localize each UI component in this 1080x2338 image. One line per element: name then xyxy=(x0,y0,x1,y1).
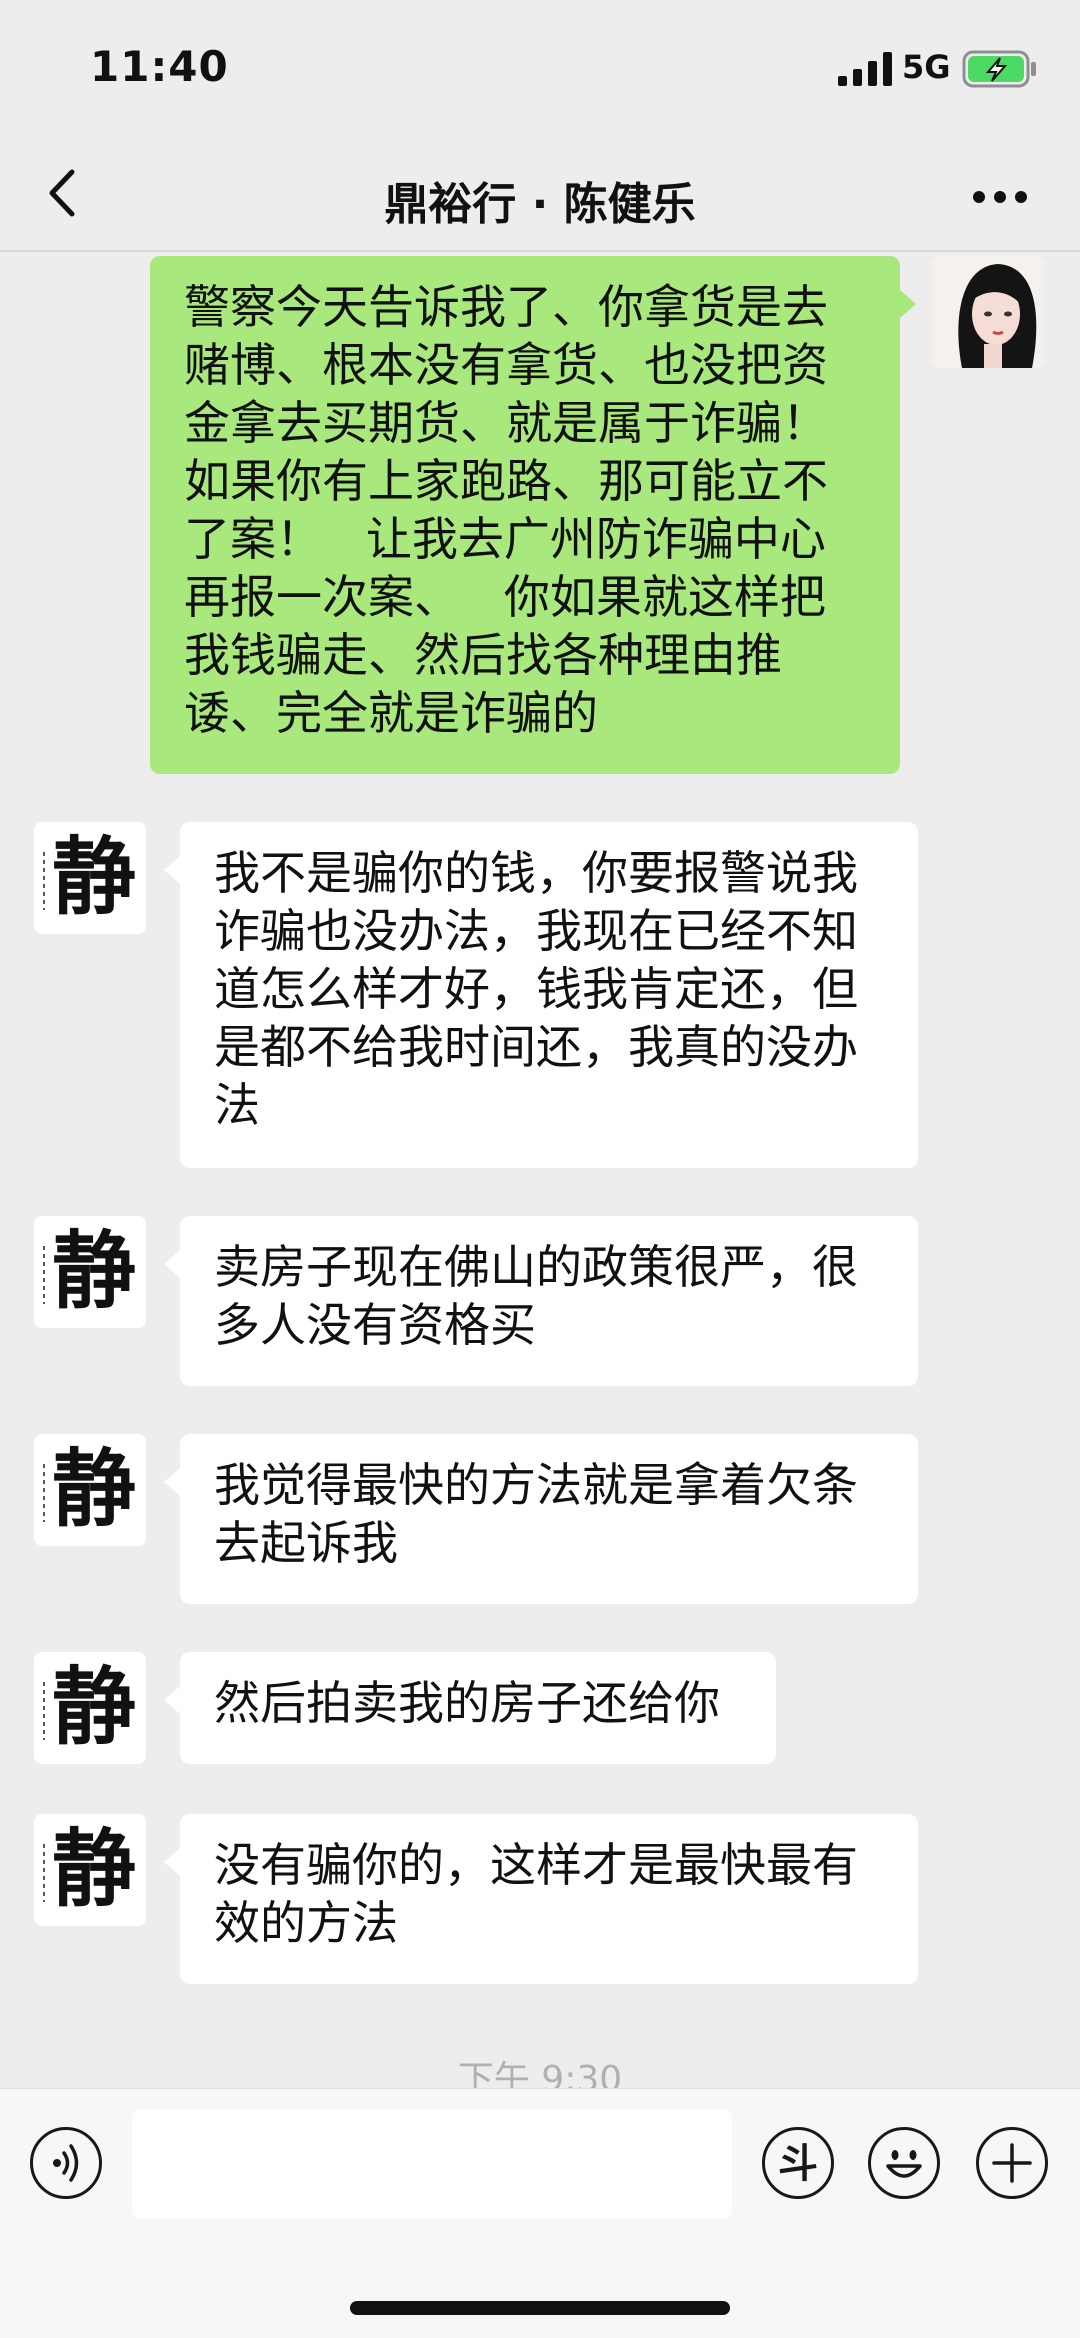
avatar-peer[interactable]: 静 xyxy=(34,822,146,934)
more-icon[interactable] xyxy=(972,190,1028,204)
emoji-button[interactable] xyxy=(868,2127,940,2199)
home-indicator[interactable] xyxy=(350,2301,730,2315)
calligraphy-avatar-icon: 静 xyxy=(34,1814,146,1926)
avatar-portrait-icon xyxy=(932,256,1044,368)
calligraphy-avatar-icon: 静 xyxy=(34,1434,146,1546)
message-bubble-incoming[interactable]: 然后拍卖我的房子还给你 xyxy=(164,1652,776,1764)
signal-icon xyxy=(838,52,892,86)
battery-charging-icon xyxy=(962,50,1036,88)
svg-text:斗: 斗 xyxy=(778,2141,818,2187)
voice-icon xyxy=(53,2144,79,2182)
svg-text:静: 静 xyxy=(52,1439,136,1538)
calligraphy-avatar-icon: 静 xyxy=(34,822,146,934)
voice-button[interactable] xyxy=(30,2127,102,2199)
status-time: 11:40 xyxy=(90,42,229,91)
emoji-icon xyxy=(886,2150,922,2178)
plus-icon xyxy=(992,2143,1032,2183)
svg-text:静: 静 xyxy=(52,827,136,926)
chat-header: 鼎裕行 · 陈健乐 xyxy=(0,140,1080,252)
avatar-peer[interactable]: 静 xyxy=(34,1814,146,1926)
calligraphy-avatar-icon: 静 xyxy=(34,1216,146,1328)
svg-text:静: 静 xyxy=(52,1657,136,1756)
calligraphy-avatar-icon: 静 xyxy=(34,1652,146,1764)
dou-icon: 斗 xyxy=(778,2141,818,2187)
chat-title: 鼎裕行 · 陈健乐 xyxy=(384,179,696,230)
plus-button[interactable] xyxy=(976,2127,1048,2199)
message-bubble-incoming[interactable]: 我不是骗你的钱，你要报警说我诈骗也没办法，我现在已经不知道怎么样才好，钱我肯定还… xyxy=(164,822,918,1168)
avatar-peer[interactable]: 静 xyxy=(34,1216,146,1328)
avatar-peer[interactable]: 静 xyxy=(34,1652,146,1764)
svg-text:静: 静 xyxy=(52,1819,136,1918)
svg-text:静: 静 xyxy=(52,1221,136,1320)
avatar-self[interactable] xyxy=(932,256,1044,368)
status-bar: 11:40 5G xyxy=(0,0,1080,140)
message-bubble-outgoing[interactable]: 警察今天告诉我了、你拿货是去赌博、根本没有拿货、也没把资金拿去买期货、就是属于诈… xyxy=(150,256,916,774)
message-bubble-incoming[interactable]: 我觉得最快的方法就是拿着欠条去起诉我 xyxy=(164,1434,918,1604)
avatar-peer[interactable]: 静 xyxy=(34,1434,146,1546)
message-bubble-incoming[interactable]: 没有骗你的，这样才是最快最有效的方法 xyxy=(164,1814,918,1984)
douyin-button[interactable]: 斗 xyxy=(762,2127,834,2199)
network-type: 5G xyxy=(902,48,951,86)
message-bubble-incoming[interactable]: 卖房子现在佛山的政策很严，很多人没有资格买 xyxy=(164,1216,918,1386)
message-input[interactable] xyxy=(132,2109,732,2219)
